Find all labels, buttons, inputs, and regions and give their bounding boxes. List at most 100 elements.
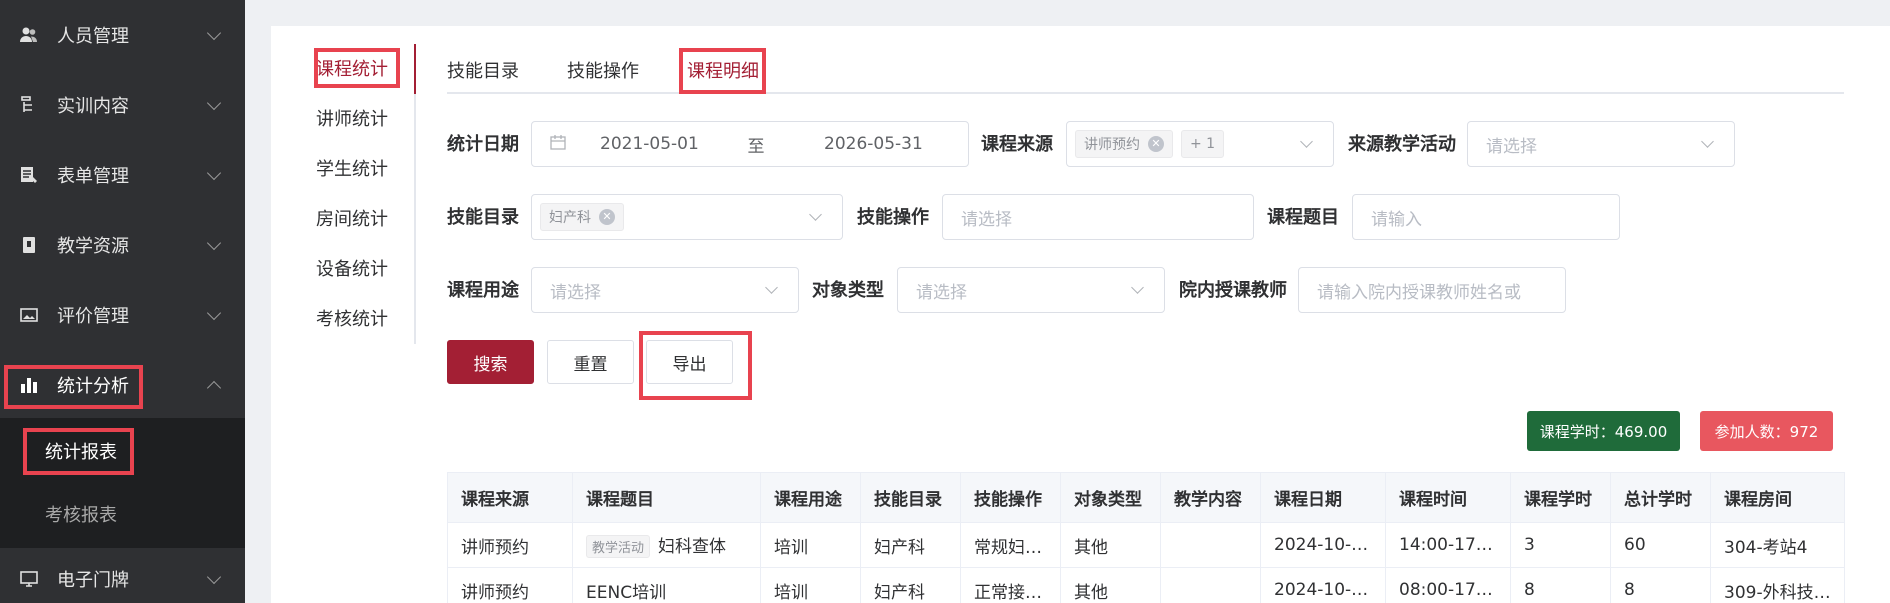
purpose-label: 课程用途 (447, 280, 519, 301)
tab-label: 考核统计 (316, 309, 388, 330)
column-header: 教学内容 (1160, 472, 1261, 523)
operation-placeholder: 请选择 (961, 209, 1012, 230)
course-detail-table: 课程来源 课程题目 课程用途 技能目录 技能操作 对象类型 教学内容 课程日期 … (447, 472, 1845, 603)
table-cell: 培训 (760, 567, 861, 603)
topic-label: 课程题目 (1267, 207, 1339, 228)
tag-label: 讲师预约 (1084, 137, 1140, 153)
tab-label: 学生统计 (316, 159, 388, 180)
submenu-item-label: 统计报表 (45, 442, 117, 463)
column-header: 技能目录 (860, 472, 961, 523)
chevron-down-icon (1300, 135, 1313, 148)
tab-lecturer-stats[interactable]: 讲师统计 (290, 100, 414, 136)
table-cell: 讲师预约 (447, 522, 573, 568)
activity-tag: 教学活动 (586, 535, 651, 559)
search-button[interactable]: 搜索 (447, 340, 534, 384)
sidebar-item-label: 统计分析 (57, 376, 129, 397)
sidebar-item-personnel[interactable]: 人员管理 (0, 5, 245, 65)
table-cell: 其他 (1060, 522, 1161, 568)
tab-label: 讲师统计 (316, 109, 388, 130)
sidebar-item-forms[interactable]: 表单管理 (0, 145, 245, 205)
activity-label: 来源教学活动 (1348, 134, 1456, 155)
tab-exam-stats[interactable]: 考核统计 (290, 300, 414, 336)
form-icon (19, 165, 39, 185)
submenu-item-exam-report[interactable]: 考核报表 (0, 486, 245, 542)
activity-placeholder: 请选择 (1486, 136, 1537, 157)
table-cell: 14:00-17:00 (1385, 522, 1511, 568)
table-cell: 8 (1510, 567, 1611, 603)
table-row[interactable]: 讲师预约 EENC培训 培训 妇产科 正常接… 其他 2024-10-29 08… (447, 567, 1845, 603)
submenu-item-report[interactable]: 统计报表 (0, 423, 245, 479)
calendar-icon (550, 134, 566, 155)
purpose-select[interactable]: 请选择 (531, 267, 799, 313)
catalog-tag: 妇产科 ✕ (540, 203, 624, 231)
topic-placeholder: 请输入 (1371, 209, 1422, 230)
table-cell: 其他 (1060, 567, 1161, 603)
tab-device-stats[interactable]: 设备统计 (290, 250, 414, 286)
sidebar-item-resources[interactable]: 教学资源 (0, 215, 245, 275)
sidebar-item-training[interactable]: 实训内容 (0, 75, 245, 135)
catalog-label: 技能目录 (447, 207, 519, 228)
topic-input[interactable]: 请输入 (1352, 194, 1620, 240)
date-label: 统计日期 (447, 134, 519, 155)
list-icon (19, 95, 39, 115)
participants-badge: 参加人数：972 (1700, 411, 1833, 451)
table-row[interactable]: 讲师预约 教学活动 妇科查体 培训 妇产科 常规妇… 其他 2024-10-17 … (447, 522, 1845, 568)
tab-label: 技能目录 (447, 61, 519, 82)
sidebar-item-label: 评价管理 (57, 306, 129, 327)
tab-label: 设备统计 (316, 259, 388, 280)
date-start: 2021-05-01 (600, 134, 699, 154)
chevron-down-icon (206, 95, 222, 111)
table-header-row: 课程来源 课程题目 课程用途 技能目录 技能操作 对象类型 教学内容 课程日期 … (447, 472, 1845, 523)
bar-chart-icon (19, 375, 39, 395)
chevron-down-icon (809, 208, 822, 221)
teacher-input[interactable]: 请输入院内授课教师姓名或 (1298, 267, 1566, 313)
target-select[interactable]: 请选择 (897, 267, 1165, 313)
date-separator: 至 (747, 136, 765, 157)
reset-button[interactable]: 重置 (547, 340, 634, 384)
tab-course-detail[interactable]: 课程明细 (687, 48, 759, 92)
chevron-down-icon (206, 569, 222, 585)
table-cell (1160, 567, 1261, 603)
sidebar-item-label: 教学资源 (57, 236, 129, 257)
catalog-select[interactable]: 妇产科 ✕ (531, 194, 843, 240)
table-cell: 妇产科 (860, 522, 961, 568)
sidebar-item-evaluation[interactable]: 评价管理 (0, 285, 245, 345)
tag-label: 妇产科 (549, 210, 591, 226)
monitor-icon (19, 569, 39, 589)
source-tag: 讲师预约 ✕ (1075, 130, 1173, 158)
close-icon[interactable]: ✕ (599, 209, 615, 225)
chevron-up-icon (206, 380, 222, 396)
sidebar-item-statistics[interactable]: 统计分析 (0, 355, 245, 415)
tab-skill-operation[interactable]: 技能操作 (567, 48, 639, 92)
course-hours-badge: 课程学时：469.00 (1527, 411, 1680, 451)
teacher-label: 院内授课教师 (1179, 280, 1287, 301)
operation-select[interactable]: 请选择 (942, 194, 1254, 240)
column-header: 课程用途 (760, 472, 861, 523)
target-label: 对象类型 (812, 280, 884, 301)
tab-label: 课程明细 (687, 61, 759, 82)
tab-room-stats[interactable]: 房间统计 (290, 200, 414, 236)
close-icon[interactable]: ✕ (1148, 136, 1164, 152)
source-select[interactable]: 讲师预约 ✕ + 1 (1066, 121, 1334, 167)
source-more-tag: + 1 (1181, 130, 1225, 158)
operation-label: 技能操作 (857, 207, 929, 228)
table-cell: 正常接… (960, 567, 1061, 603)
column-header: 对象类型 (1060, 472, 1161, 523)
tab-student-stats[interactable]: 学生统计 (290, 150, 414, 186)
tab-skill-catalog[interactable]: 技能目录 (447, 48, 519, 92)
export-button[interactable]: 导出 (646, 340, 733, 384)
table-cell: 60 (1610, 522, 1711, 568)
table-cell: 讲师预约 (447, 567, 573, 603)
activity-select[interactable]: 请选择 (1467, 121, 1735, 167)
table-cell (1160, 522, 1261, 568)
date-range-picker[interactable]: 2021-05-01 至 2026-05-31 (531, 121, 969, 167)
table-cell-topic: 教学活动 妇科查体 (572, 522, 761, 568)
date-end: 2026-05-31 (824, 134, 923, 154)
sidebar-item-label: 实训内容 (57, 96, 129, 117)
table-cell: 妇产科 (860, 567, 961, 603)
tab-course-stats[interactable]: 课程统计 (290, 50, 414, 86)
teacher-placeholder: 请输入院内授课教师姓名或 (1317, 282, 1521, 303)
column-header: 课程时间 (1385, 472, 1511, 523)
topic-text: 妇科查体 (658, 536, 727, 557)
sidebar-item-door-sign[interactable]: 电子门牌 (0, 549, 245, 603)
